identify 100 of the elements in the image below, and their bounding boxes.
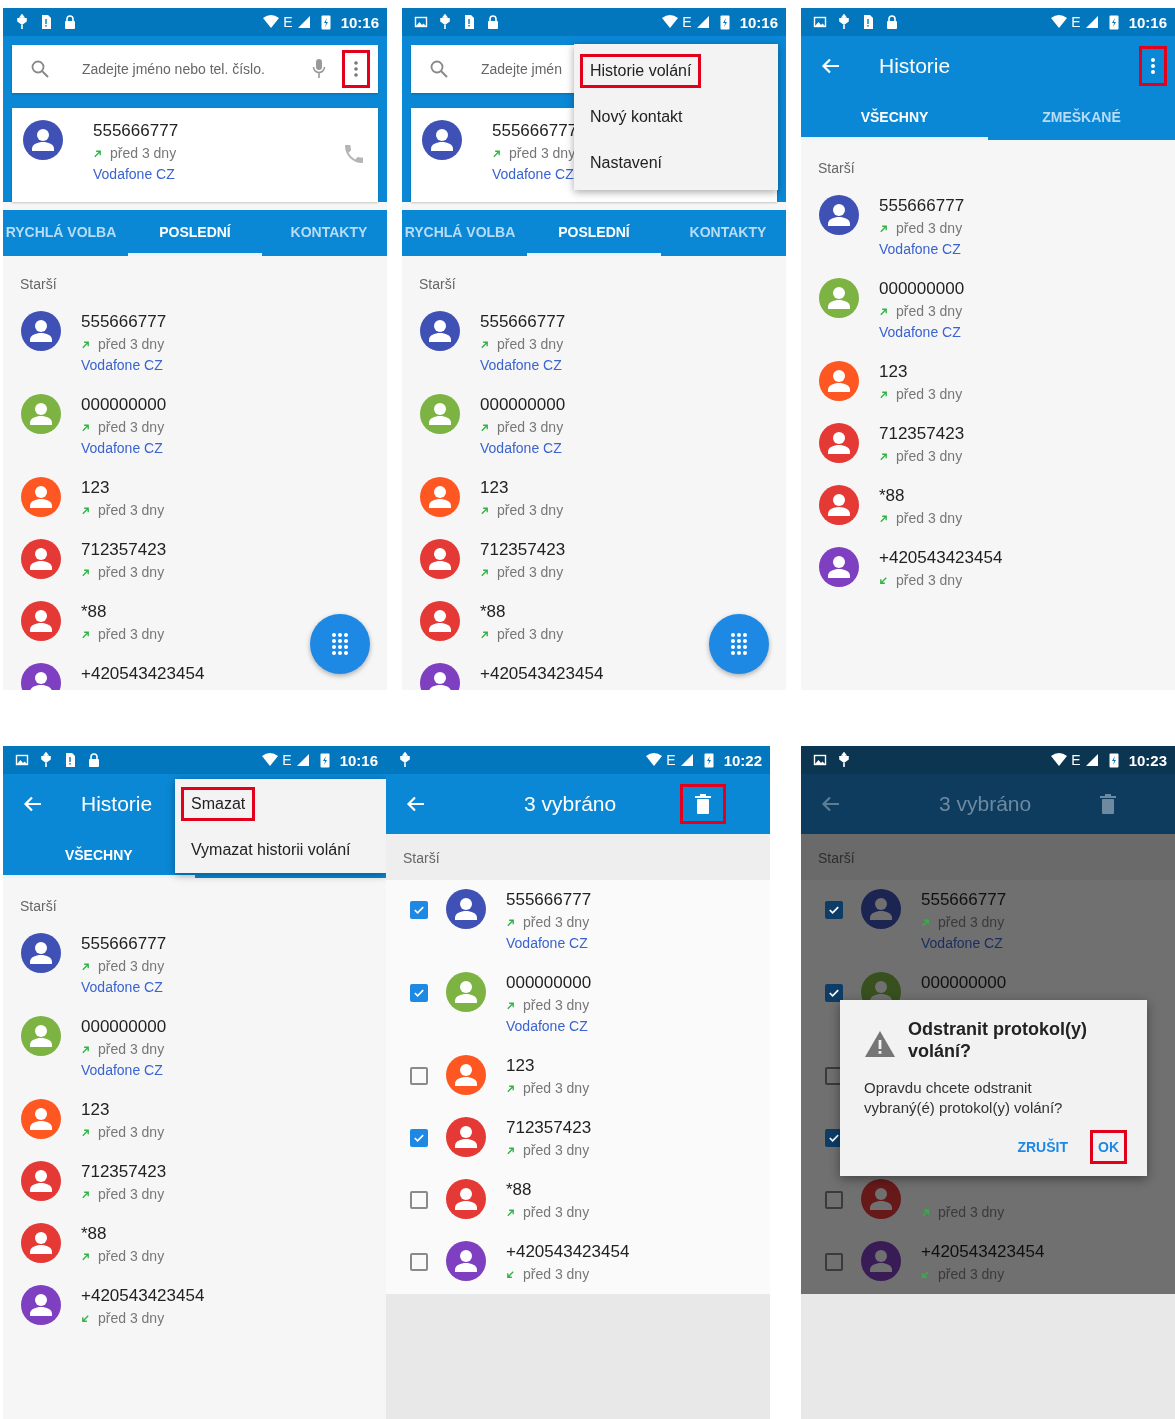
call-time: před 3 dny xyxy=(98,1248,165,1264)
call-time: před 3 dny xyxy=(98,958,165,974)
phone-number: 712357423 xyxy=(879,423,965,445)
phone-number: 000000000 xyxy=(879,278,965,300)
phone-number: +420543423454 xyxy=(81,663,205,685)
phone-number: +420543423454 xyxy=(879,547,1003,569)
phone-number: 000000000 xyxy=(81,394,167,416)
call-time: před 3 dny xyxy=(98,502,165,518)
section-header: Starší xyxy=(817,159,856,178)
call-time: před 3 dny xyxy=(523,1142,590,1158)
phone-number: 123 xyxy=(879,361,908,383)
carrier-name: Vodafone CZ xyxy=(506,1017,588,1036)
carrier-name: Vodafone CZ xyxy=(93,165,175,184)
call-time: před 3 dny xyxy=(523,997,590,1013)
phone-number: 123 xyxy=(81,1099,110,1121)
phone-number: 000000000 xyxy=(921,972,1007,994)
phone-number: 712357423 xyxy=(506,1117,592,1139)
status-time: 10:23 xyxy=(1128,751,1167,769)
call-time: před 3 dny xyxy=(497,419,564,435)
phone-number: 555666777 xyxy=(81,311,167,333)
call-time: před 3 dny xyxy=(98,1186,165,1202)
call-time: před 3 dny xyxy=(896,510,963,526)
call-time: před 3 dny xyxy=(98,1310,165,1326)
section-header: Starší xyxy=(19,275,58,294)
screen-title: Historie xyxy=(81,792,153,816)
call-time: před 3 dny xyxy=(98,419,165,435)
carrier-name: Vodafone CZ xyxy=(879,323,961,342)
call-time: před 3 dny xyxy=(497,502,564,518)
network-type: E xyxy=(282,752,292,768)
phone-number: 712357423 xyxy=(480,539,566,561)
status-time: 10:16 xyxy=(1128,13,1167,31)
phone-number: *88 xyxy=(879,485,905,507)
phone-number: 712357423 xyxy=(81,539,167,561)
network-type: E xyxy=(1071,14,1081,30)
status-time: 10:16 xyxy=(340,13,379,31)
call-time: před 3 dny xyxy=(896,220,963,236)
call-time: před 3 dny xyxy=(497,564,564,580)
phone-number: *88 xyxy=(506,1179,532,1201)
phone-number: 555666777 xyxy=(492,120,578,142)
dialog-message: Opravdu chcete odstranit vybraný(é) protokol(y) volání? xyxy=(864,1078,1064,1118)
status-time: 10:22 xyxy=(723,751,762,769)
call-time: před 3 dny xyxy=(509,145,576,161)
network-type: E xyxy=(666,752,676,768)
status-time: 10:16 xyxy=(339,751,378,769)
call-time: před 3 dny xyxy=(523,1080,590,1096)
phone-number: +420543423454 xyxy=(480,663,604,685)
dialog-title: Odstranit protokol(y) volání? xyxy=(908,1018,1088,1062)
phone-number: 555666777 xyxy=(921,889,1007,911)
carrier-name: Vodafone CZ xyxy=(81,356,163,375)
call-time: před 3 dny xyxy=(896,572,963,588)
call-time: před 3 dny xyxy=(98,1124,165,1140)
network-type: E xyxy=(1071,752,1081,768)
phone-number: 000000000 xyxy=(480,394,566,416)
phone-number: 555666777 xyxy=(81,933,167,955)
call-time: před 3 dny xyxy=(896,386,963,402)
screen-title: 3 vybráno xyxy=(939,792,1032,816)
section-header: Starší xyxy=(19,897,58,916)
phone-number: +420543423454 xyxy=(506,1241,630,1263)
call-time: před 3 dny xyxy=(98,1041,165,1057)
phone-number: +420543423454 xyxy=(921,1241,1045,1263)
section-header: Starší xyxy=(418,275,457,294)
status-time: 10:16 xyxy=(739,13,778,31)
phone-number: 000000000 xyxy=(506,972,592,994)
carrier-name: Vodafone CZ xyxy=(81,1061,163,1080)
call-time: před 3 dny xyxy=(523,914,590,930)
carrier-name: Vodafone CZ xyxy=(81,439,163,458)
carrier-name: Vodafone CZ xyxy=(480,356,562,375)
call-time: před 3 dny xyxy=(497,336,564,352)
phone-number: 123 xyxy=(506,1055,535,1077)
call-time: před 3 dny xyxy=(98,336,165,352)
phone-number: 555666777 xyxy=(93,120,179,142)
call-time: před 3 dny xyxy=(523,1266,590,1282)
network-type: E xyxy=(283,14,293,30)
phone-number: 555666777 xyxy=(506,889,592,911)
screen-title: Historie xyxy=(879,54,951,78)
phone-number: *88 xyxy=(81,601,107,623)
phone-number: *88 xyxy=(81,1223,107,1245)
carrier-name: Vodafone CZ xyxy=(492,165,574,184)
call-time: před 3 dny xyxy=(110,145,177,161)
carrier-name: Vodafone CZ xyxy=(921,934,1003,953)
call-time: před 3 dny xyxy=(896,448,963,464)
phone-number: 712357423 xyxy=(81,1161,167,1183)
phone-number: 555666777 xyxy=(879,195,965,217)
phone-number: 000000000 xyxy=(81,1016,167,1038)
phone-number: *88 xyxy=(480,601,506,623)
call-time: před 3 dny xyxy=(497,626,564,642)
section-header: Starší xyxy=(386,834,770,880)
carrier-name: Vodafone CZ xyxy=(879,240,961,259)
carrier-name: Vodafone CZ xyxy=(506,934,588,953)
phone-number: 123 xyxy=(480,477,509,499)
phone-number: +420543423454 xyxy=(81,1285,205,1307)
phone-number: 555666777 xyxy=(480,311,566,333)
network-type: E xyxy=(682,14,692,30)
carrier-name: Vodafone CZ xyxy=(81,978,163,997)
section-header: Starší xyxy=(801,834,1175,880)
screen-title: 3 vybráno xyxy=(524,792,617,816)
phone-number: 123 xyxy=(81,477,110,499)
call-time: před 3 dny xyxy=(98,626,165,642)
call-time: před 3 dny xyxy=(896,303,963,319)
carrier-name: Vodafone CZ xyxy=(480,439,562,458)
